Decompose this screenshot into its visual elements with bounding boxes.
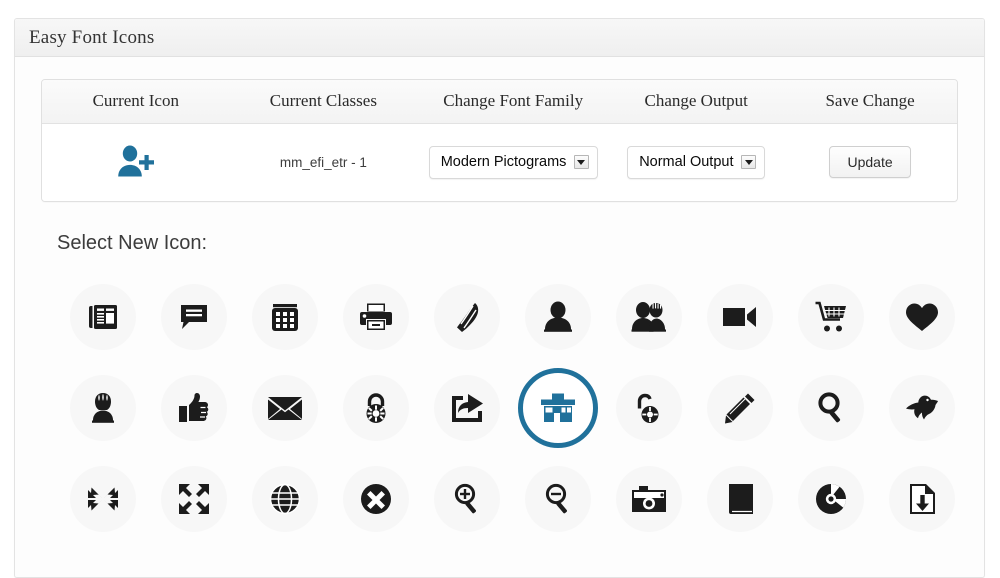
font-family-select[interactable]: Modern Pictograms [428, 145, 598, 179]
icon-picker-cell[interactable] [57, 362, 148, 453]
icon-picker-cell[interactable] [148, 453, 239, 544]
icon-picker-cell[interactable] [876, 271, 967, 362]
book-icon[interactable] [706, 465, 773, 532]
envelope-icon[interactable] [251, 374, 318, 441]
output-select-wrapper[interactable]: Normal Output [627, 145, 766, 179]
globe-icon[interactable] [251, 465, 318, 532]
table-header-row: Current Icon Current Classes Change Font… [42, 80, 957, 124]
add-user-icon [116, 142, 156, 182]
expand-arrows-icon[interactable] [160, 465, 227, 532]
icon-picker-cell[interactable] [785, 271, 876, 362]
icon-picker-cell[interactable] [330, 271, 421, 362]
cell-current-icon [42, 123, 230, 201]
cell-save-change: Update [783, 123, 957, 201]
icon-picker-cell[interactable] [512, 271, 603, 362]
current-icon-table: Current Icon Current Classes Change Font… [42, 80, 957, 201]
lock-closed-icon[interactable] [342, 374, 409, 441]
icon-picker-cell[interactable] [876, 453, 967, 544]
column-header-change-font-family: Change Font Family [417, 80, 610, 124]
column-header-current-icon: Current Icon [42, 80, 230, 124]
icon-picker-grid [57, 271, 958, 544]
disc-icon[interactable] [797, 465, 864, 532]
icon-picker-cell[interactable] [421, 271, 512, 362]
icon-picker-cell[interactable] [785, 453, 876, 544]
icon-picker-cell[interactable] [603, 362, 694, 453]
user-female-icon[interactable] [69, 374, 136, 441]
icon-picker-cell[interactable] [148, 271, 239, 362]
chat-bubble-icon[interactable] [160, 283, 227, 350]
current-classes-value: mm_efi_etr - 1 [279, 154, 367, 170]
shopping-cart-icon[interactable] [797, 283, 864, 350]
zoom-in-icon[interactable] [433, 465, 500, 532]
cell-change-font-family: Modern Pictograms [417, 123, 610, 201]
output-select[interactable]: Normal Output [627, 145, 766, 179]
video-camera-icon[interactable] [706, 283, 773, 350]
cell-current-classes: mm_efi_etr - 1 [229, 123, 418, 201]
icon-picker-cell[interactable] [785, 362, 876, 453]
icon-picker-cell[interactable] [876, 362, 967, 453]
icon-picker-cell[interactable] [421, 453, 512, 544]
icon-picker-cell[interactable] [421, 362, 512, 453]
font-family-select-wrapper[interactable]: Modern Pictograms [428, 145, 598, 179]
column-header-current-classes: Current Classes [229, 80, 418, 124]
icon-picker-cell[interactable] [239, 362, 330, 453]
select-new-icon-label: Select New Icon: [57, 232, 208, 254]
icon-picker-cell[interactable] [330, 453, 421, 544]
store-shop-icon[interactable] [517, 367, 598, 448]
cell-change-output: Normal Output [609, 123, 784, 201]
bird-icon[interactable] [888, 374, 955, 441]
icon-picker-cell[interactable] [603, 271, 694, 362]
icon-picker-cell[interactable] [512, 362, 603, 453]
panel-header: Easy Font Icons [15, 19, 984, 57]
telephone-icon[interactable] [251, 283, 318, 350]
icon-picker-cell[interactable] [512, 453, 603, 544]
icon-picker-cell[interactable] [239, 271, 330, 362]
users-group-icon[interactable] [615, 283, 682, 350]
easy-font-icons-panel: Easy Font Icons Current Icon Current Cla… [14, 18, 985, 578]
current-icon-table-wrapper: Current Icon Current Classes Change Font… [41, 79, 958, 202]
user-icon[interactable] [524, 283, 591, 350]
newspaper-icon[interactable] [69, 283, 136, 350]
zoom-out-icon[interactable] [524, 465, 591, 532]
quill-pen-icon[interactable] [433, 283, 500, 350]
lock-open-icon[interactable] [615, 374, 682, 441]
heart-icon[interactable] [888, 283, 955, 350]
icon-picker-cell[interactable] [330, 362, 421, 453]
update-button[interactable]: Update [829, 146, 911, 179]
icon-picker-cell[interactable] [57, 453, 148, 544]
icon-picker-cell[interactable] [603, 453, 694, 544]
icon-picker-cell[interactable] [57, 271, 148, 362]
panel-body: Current Icon Current Classes Change Font… [15, 57, 984, 577]
camera-icon[interactable] [615, 465, 682, 532]
table-row: mm_efi_etr - 1 Modern Pictograms Normal … [42, 123, 957, 201]
file-download-icon[interactable] [888, 465, 955, 532]
collapse-arrows-icon[interactable] [69, 465, 136, 532]
icon-picker-cell[interactable] [694, 453, 785, 544]
pencil-icon[interactable] [706, 374, 773, 441]
thumbs-up-icon[interactable] [160, 374, 227, 441]
icon-picker-cell[interactable] [694, 362, 785, 453]
icon-picker-cell[interactable] [239, 453, 330, 544]
share-export-icon[interactable] [433, 374, 500, 441]
column-header-save-change: Save Change [783, 80, 957, 124]
printer-icon[interactable] [342, 283, 409, 350]
column-header-change-output: Change Output [609, 80, 784, 124]
magnifier-icon[interactable] [797, 374, 864, 441]
page-title: Easy Font Icons [29, 26, 155, 48]
icon-picker-cell[interactable] [148, 362, 239, 453]
close-circle-icon[interactable] [342, 465, 409, 532]
icon-picker-cell[interactable] [694, 271, 785, 362]
